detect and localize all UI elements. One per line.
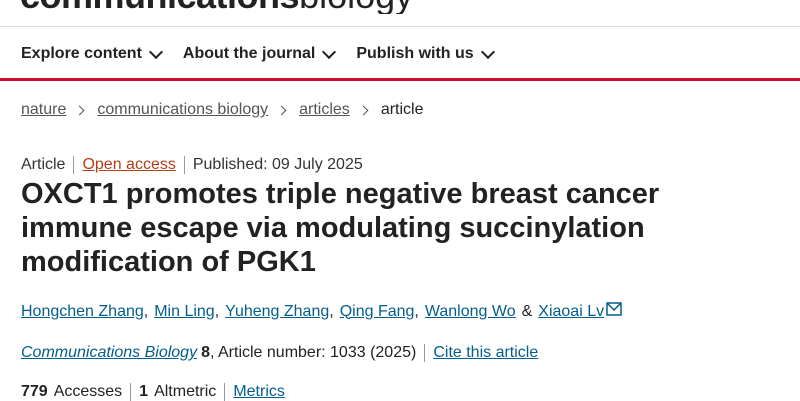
author-link[interactable]: Wanlong Wo: [425, 303, 516, 321]
author-separator: ,: [414, 302, 419, 320]
cite-this-article-link[interactable]: Cite this article: [433, 344, 538, 362]
journal-name-link[interactable]: Communications Biology: [21, 344, 197, 362]
chevron-right-icon: [74, 105, 85, 115]
logo-text-bold: communications: [20, 0, 300, 14]
metrics-bar: 779 Accesses 1 Altmetric Metrics: [21, 383, 285, 401]
logo-text-light: biology: [299, 0, 413, 14]
author-separator: ,: [329, 302, 334, 320]
header-divider: [0, 26, 800, 27]
article-type: Article: [21, 156, 66, 173]
meta-divider: [73, 156, 75, 174]
author-link-corresponding[interactable]: Xiaoai Lv: [538, 303, 604, 321]
chevron-right-icon: [358, 105, 369, 115]
nav-about-journal[interactable]: About the journal: [182, 42, 337, 66]
breadcrumb-nature[interactable]: nature: [21, 101, 66, 119]
accesses-count: 779: [21, 383, 48, 400]
header-accent-bar: [0, 78, 800, 81]
chevron-down-icon: [480, 44, 495, 59]
published-date: Published: 09 July 2025: [192, 156, 363, 173]
meta-divider: [183, 156, 185, 174]
citation-line: Communications Biology 8 , Article numbe…: [21, 344, 538, 362]
nav-explore-content[interactable]: Explore content: [21, 42, 163, 66]
breadcrumb-communications-biology[interactable]: communications biology: [97, 101, 268, 119]
citation-divider: [424, 344, 426, 362]
altmetric-label: Altmetric: [154, 383, 217, 400]
volume-number: 8: [201, 344, 210, 361]
breadcrumb-articles[interactable]: articles: [299, 101, 350, 119]
author-list: Hongchen Zhang, Min Ling, Yuheng Zhang, …: [21, 302, 622, 321]
nav-publish-with-us[interactable]: Publish with us: [356, 42, 495, 66]
author-link[interactable]: Min Ling: [154, 303, 214, 321]
author-link[interactable]: Hongchen Zhang: [21, 303, 144, 321]
article-meta: Article Open access Published: 09 July 2…: [21, 156, 363, 174]
nav-label: Explore content: [21, 45, 142, 62]
breadcrumb-current: article: [380, 101, 424, 118]
breadcrumb: nature communications biology articles a…: [21, 101, 424, 119]
email-icon[interactable]: [606, 302, 622, 321]
article-number: , Article number: 1033 (2025): [209, 344, 417, 361]
chevron-right-icon: [276, 105, 287, 115]
main-nav: Explore content About the journal Publis…: [21, 42, 495, 66]
author-separator: ,: [214, 302, 220, 320]
open-access-link[interactable]: Open access: [82, 156, 175, 174]
nav-label: About the journal: [182, 45, 316, 62]
author-link[interactable]: Yuheng Zhang: [225, 303, 329, 321]
chevron-down-icon: [322, 44, 337, 59]
journal-logo[interactable]: communicationsbiology: [20, 0, 413, 14]
altmetric-count: 1: [139, 383, 149, 400]
accesses-label: Accesses: [53, 383, 123, 400]
metrics-divider: [130, 383, 132, 401]
author-ampersand: &: [521, 302, 533, 320]
author-link[interactable]: Qing Fang: [340, 303, 415, 321]
article-title: OXCT1 promotes triple negative breast ca…: [21, 178, 660, 278]
nav-label: Publish with us: [356, 45, 474, 62]
author-separator: ,: [143, 302, 149, 320]
metrics-link[interactable]: Metrics: [233, 383, 285, 401]
metrics-divider: [224, 383, 226, 401]
chevron-down-icon: [148, 44, 163, 59]
